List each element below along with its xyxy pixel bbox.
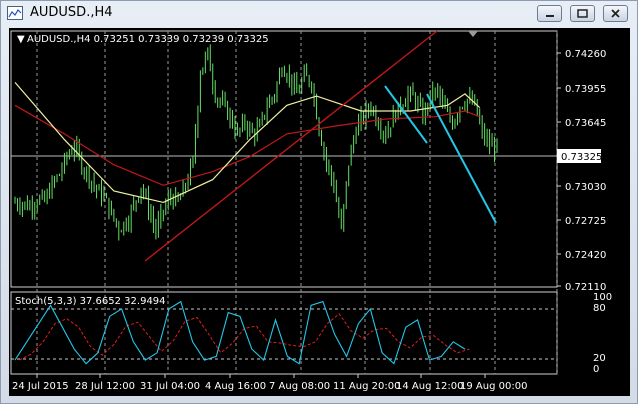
aqua-line-2[interactable] (426, 93, 497, 224)
time-label-6: 14 Aug 12:00 (396, 381, 463, 392)
price-label-5: 0.72420 (565, 250, 606, 261)
time-axis: 24 Jul 2015 28 Jul 12:00 31 Jul 04:00 4 Aug… (12, 374, 527, 392)
chart-info: AUDUSD.,H4 0.73251 0.73339 0.73239 0.733… (27, 34, 269, 45)
restore-button[interactable] (570, 5, 595, 22)
stoch-level-label-3: 0 (593, 364, 599, 375)
chart-window: AUDUSD.,H4 ▼ AUDUSD.,H4 0.73251 0.73339 … (0, 0, 638, 404)
stoch-level-label-0: 100 (593, 292, 612, 303)
minimize-icon (546, 15, 554, 17)
chart-canvas[interactable]: ▼ AUDUSD.,H4 0.73251 0.73339 0.73239 0.7… (9, 28, 630, 396)
stoch-signal-line (19, 313, 470, 361)
window-title: AUDUSD.,H4 (30, 5, 113, 20)
price-label-4: 0.72725 (565, 216, 606, 227)
title-bar[interactable]: AUDUSD.,H4 (1, 1, 637, 27)
time-label-0: 24 Jul 2015 (12, 381, 69, 392)
minimize-button[interactable] (537, 5, 562, 22)
price-label-1: 0.73955 (565, 84, 606, 95)
chart-window-icon (7, 6, 23, 20)
time-label-5: 11 Aug 20:00 (333, 381, 400, 392)
triangle-icon: ▼ (17, 34, 25, 45)
price-label-3: 0.73030 (565, 182, 606, 193)
red-trendline[interactable] (144, 30, 438, 262)
close-icon (611, 9, 620, 18)
stoch-axis: 10080 200 (593, 292, 612, 375)
chart-shift-marker[interactable] (468, 31, 478, 37)
time-label-7: 19 Aug 00:00 (460, 381, 527, 392)
chart-svg[interactable]: ▼ AUDUSD.,H4 0.73251 0.73339 0.73239 0.7… (9, 28, 630, 396)
price-label-0: 0.74260 (565, 49, 606, 60)
stoch-info: Stoch(5,3,3) 37.6652 32.9494 (15, 296, 166, 307)
stoch-level-label-2: 20 (593, 353, 606, 364)
price-label-2: 0.73645 (565, 118, 606, 129)
time-label-4: 7 Aug 08:00 (269, 381, 330, 392)
time-label-2: 31 Jul 04:00 (140, 381, 200, 392)
price-axis: 0.74260 0.73955 0.73645 0.73030 0.72725 0.724… (557, 49, 606, 293)
time-label-1: 28 Jul 12:00 (75, 381, 135, 392)
time-label-3: 4 Aug 16:00 (205, 381, 266, 392)
restore-icon (577, 9, 588, 18)
current-price-label: 0.73325 (561, 152, 602, 163)
candles-group (14, 44, 498, 241)
stoch-level-label-1: 80 (593, 303, 606, 314)
close-button[interactable] (603, 5, 628, 22)
